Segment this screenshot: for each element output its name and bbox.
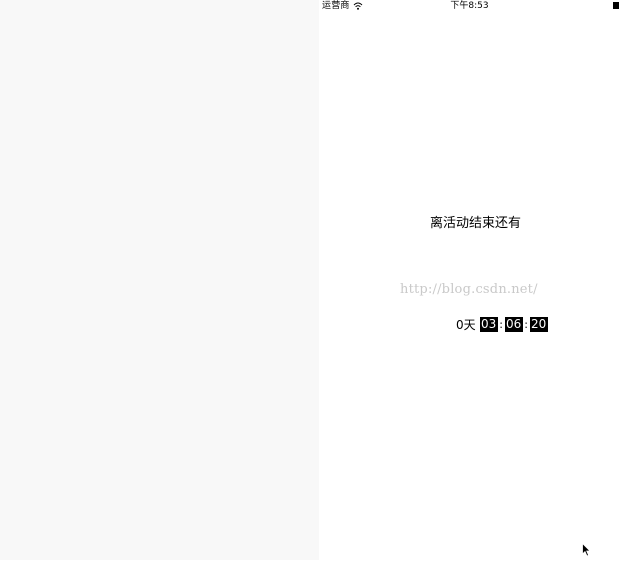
simulator-background — [0, 0, 319, 560]
watermark: http://blog.csdn.net/ — [400, 282, 538, 297]
countdown-hours: 03 — [479, 316, 498, 332]
time-separator: : — [524, 317, 528, 331]
countdown-minutes: 06 — [504, 316, 523, 332]
countdown-title: 离活动结束还有 — [429, 216, 521, 231]
bottom-strip — [0, 560, 620, 584]
time-separator: : — [499, 317, 503, 331]
status-bar: 运营商 下午8:53 — [319, 0, 620, 12]
status-time: 下午8:53 — [450, 1, 489, 11]
phone-screen: 运营商 下午8:53 离活动结束还有 http://blog.csdn.net/… — [319, 0, 620, 560]
countdown-seconds: 20 — [529, 316, 548, 332]
mouse-pointer-icon — [582, 543, 591, 557]
battery-icon — [613, 2, 619, 9]
countdown-timer: 0天 03 : 06 : 20 — [456, 316, 548, 332]
countdown-days: 0天 — [456, 317, 476, 332]
